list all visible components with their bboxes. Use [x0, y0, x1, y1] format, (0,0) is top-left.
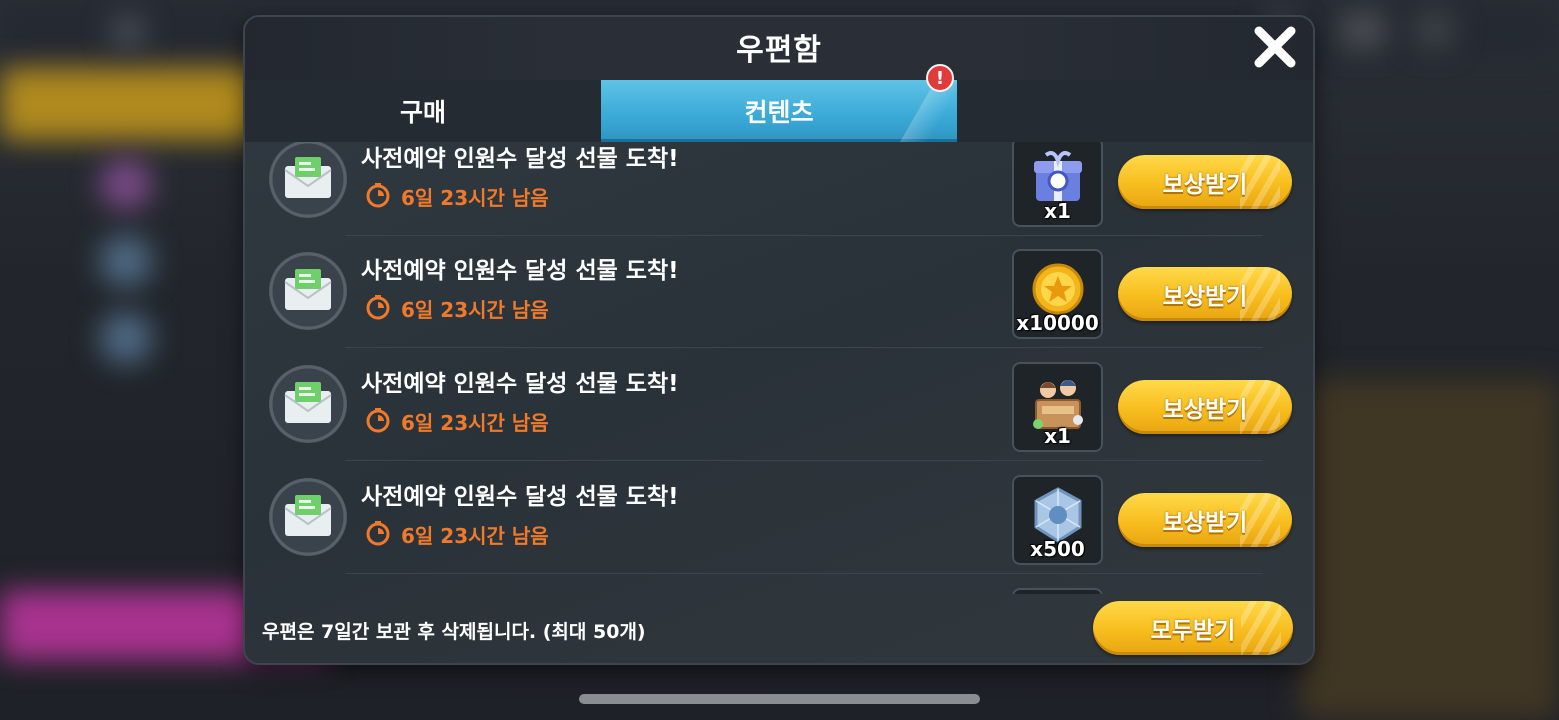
row-divider — [345, 347, 1263, 348]
mail-item: 사전예약 인원수 달성 선물 도착! 6일 23시간 남음 x1 보상받기 — [245, 142, 1313, 236]
tab-contents[interactable]: 컨텐츠 — [601, 80, 957, 142]
alert-badge: ! — [926, 64, 954, 92]
claim-all-button[interactable]: 모두받기 — [1093, 601, 1293, 655]
mail-item: 사전예약 인원수 달성 선물 도착! 6일 23시간 남음 x10000 보상받… — [245, 236, 1313, 348]
tab-purchase[interactable]: 구매 — [245, 80, 601, 142]
claim-reward-button[interactable]: 보상받기 — [1118, 493, 1292, 547]
reward-quantity: x10000 — [1016, 311, 1099, 335]
envelope-icon — [269, 252, 347, 330]
mail-item-partial — [245, 575, 1313, 594]
claim-all-label: 모두받기 — [1150, 618, 1236, 644]
reward-quantity: x1 — [1044, 424, 1071, 448]
reward-slot[interactable]: x1 — [1012, 362, 1103, 452]
mail-title: 사전예약 인원수 달성 선물 도착! — [361, 371, 679, 397]
claim-reward-button[interactable]: 보상받기 — [1118, 155, 1292, 209]
reward-quantity: x1 — [1044, 199, 1071, 223]
mail-title: 사전예약 인원수 달성 선물 도착! — [361, 258, 679, 284]
title-bar: 우편함 — [245, 17, 1313, 80]
claim-reward-button[interactable]: 보상받기 — [1118, 267, 1292, 321]
mailbox-dialog: 우편함 구매 컨텐츠 ! 사전예약 인원수 달성 선물 도착! 6일 23시간 … — [245, 17, 1313, 663]
stopwatch-icon — [366, 408, 390, 433]
stopwatch-icon — [366, 521, 390, 546]
mail-list[interactable]: 사전예약 인원수 달성 선물 도착! 6일 23시간 남음 x1 보상받기 사전… — [245, 142, 1313, 594]
close-icon — [1254, 26, 1296, 68]
claim-reward-label: 보상받기 — [1162, 397, 1248, 423]
envelope-icon — [269, 365, 347, 443]
close-button[interactable] — [1249, 21, 1301, 73]
envelope-icon — [269, 478, 347, 556]
mail-title: 사전예약 인원수 달성 선물 도착! — [361, 484, 679, 510]
tab-purchase-label: 구매 — [399, 98, 446, 127]
time-left: 6일 23시간 남음 — [401, 298, 549, 322]
tab-bar: 구매 컨텐츠 — [245, 80, 1313, 142]
tab-contents-label: 컨텐츠 — [744, 98, 814, 127]
time-left: 6일 23시간 남음 — [401, 411, 549, 435]
reward-slot — [1012, 588, 1103, 594]
claim-reward-button[interactable]: 보상받기 — [1118, 380, 1292, 434]
envelope-icon — [269, 142, 347, 218]
reward-slot[interactable]: x10000 — [1012, 249, 1103, 339]
time-left: 6일 23시간 남음 — [401, 186, 549, 210]
row-divider — [345, 573, 1263, 574]
dialog-title: 우편함 — [736, 33, 822, 68]
claim-reward-label: 보상받기 — [1162, 172, 1248, 198]
mail-item: 사전예약 인원수 달성 선물 도착! 6일 23시간 남음 x500 보상받기 — [245, 462, 1313, 574]
home-indicator[interactable] — [579, 694, 980, 704]
mail-item: 사전예약 인원수 달성 선물 도착! 6일 23시간 남음 x1 보상받기 — [245, 349, 1313, 461]
claim-reward-label: 보상받기 — [1162, 510, 1248, 536]
mail-title: 사전예약 인원수 달성 선물 도착! — [361, 146, 679, 172]
reward-quantity: x500 — [1030, 537, 1085, 561]
time-left: 6일 23시간 남음 — [401, 524, 549, 548]
retention-notice: 우편은 7일간 보관 후 삭제됩니다. (최대 50개) — [262, 621, 646, 643]
row-divider — [345, 460, 1263, 461]
stopwatch-icon — [366, 183, 390, 208]
claim-reward-label: 보상받기 — [1162, 284, 1248, 310]
stopwatch-icon — [366, 295, 390, 320]
reward-slot[interactable]: x500 — [1012, 475, 1103, 565]
reward-slot[interactable]: x1 — [1012, 142, 1103, 227]
